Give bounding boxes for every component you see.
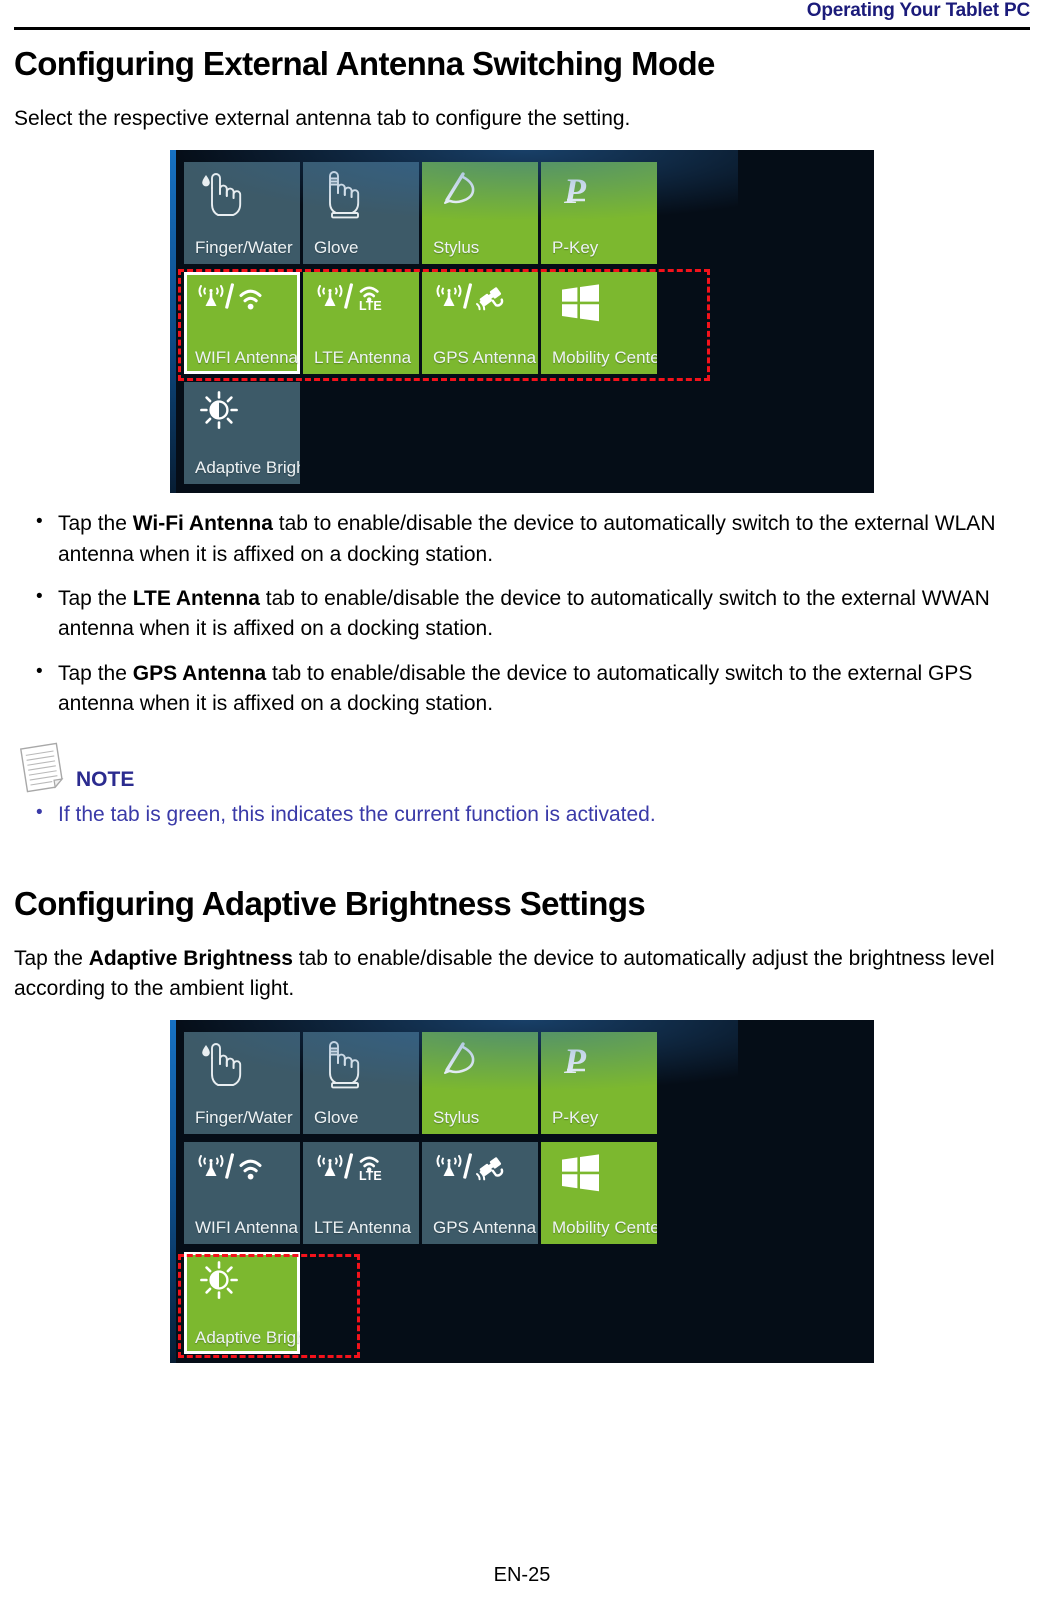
header-divider-rule: [14, 27, 1030, 30]
svg-text:LTE: LTE: [359, 1169, 382, 1183]
dashboard-tile-gps-antenna[interactable]: GPS Antenna: [422, 272, 538, 375]
note-block: NOTE If the tab is green, this indicates…: [14, 742, 1030, 830]
finger-water-icon: [195, 1040, 281, 1090]
tile-label: WIFI Antenna: [195, 348, 298, 368]
note-bullet-list: If the tab is green, this indicates the …: [14, 799, 1030, 830]
bullet-bold-term: Wi-Fi Antenna: [132, 512, 273, 536]
list-item: Tap the GPS Antenna tab to enable/disabl…: [14, 658, 1030, 720]
tile-label: Stylus: [433, 238, 480, 258]
tile-label: Mobility Center: [552, 1218, 657, 1238]
dashboard-tile-finger-water[interactable]: Finger/Water: [184, 162, 300, 265]
brightness-intro-text: Tap the Adaptive Brightness tab to enabl…: [14, 944, 1030, 1004]
wifi-antenna-icon: [195, 1150, 281, 1200]
tile-label: Mobility Center: [552, 348, 657, 368]
dashboard-tile-p-key[interactable]: P P-Key: [541, 162, 657, 265]
tile-label: Finger/Water: [195, 1108, 293, 1128]
dashboard-tile-wifi-antenna[interactable]: WIFI Antenna: [184, 1142, 300, 1245]
tile-label: Adaptive Brightness: [195, 458, 300, 478]
lte-antenna-icon: LTE: [314, 280, 400, 330]
dashboard-tile-stylus[interactable]: Stylus: [422, 162, 538, 265]
dashboard-tile-mobility-center[interactable]: Mobility Center: [541, 1142, 657, 1245]
page-content: Configuring External Antenna Switching M…: [14, 40, 1030, 1364]
dashboard-tile-finger-water[interactable]: Finger/Water: [184, 1032, 300, 1135]
dashboard-tile-adaptive-brightness[interactable]: Adaptive Brightness: [184, 382, 300, 485]
p-key-icon: P: [552, 1040, 638, 1090]
dashboard-tile-glove[interactable]: Glove: [303, 1032, 419, 1135]
glove-icon: [314, 1040, 400, 1090]
note-label: NOTE: [76, 767, 135, 791]
tile-label: Glove: [314, 238, 359, 258]
dashboard-tile-wifi-antenna[interactable]: WIFI Antenna: [184, 272, 300, 375]
tile-label: Adaptive Brightness: [195, 1328, 300, 1348]
brightness-intro-bold: Adaptive Brightness: [88, 947, 293, 971]
bullet-bold-term: GPS Antenna: [132, 661, 267, 685]
dashboard-tile-adaptive-brightness[interactable]: Adaptive Brightness: [184, 1252, 300, 1355]
dashboard-tile-lte-antenna[interactable]: LTE LTE Antenna: [303, 1142, 419, 1245]
bullet-bold-term: LTE Antenna: [132, 586, 260, 610]
svg-text:P: P: [563, 1041, 587, 1081]
page-header: Operating Your Tablet PC: [14, 0, 1030, 34]
tile-label: P-Key: [552, 238, 599, 258]
lte-antenna-icon: LTE: [314, 1150, 400, 1200]
list-item: Tap the Wi-Fi Antenna tab to enable/disa…: [14, 508, 1030, 570]
brightness-icon: [195, 390, 281, 440]
brightness-dashboard-figure: Finger/Water Glove Stylus P P-Key WIFI A…: [170, 1020, 874, 1364]
list-item: Tap the LTE Antenna tab to enable/disabl…: [14, 583, 1030, 645]
windows-logo-icon: [552, 280, 638, 330]
list-item: If the tab is green, this indicates the …: [14, 799, 1030, 830]
brightness-icon: [195, 1260, 281, 1310]
gps-antenna-icon: [433, 280, 519, 330]
tile-label: LTE Antenna: [314, 1218, 412, 1238]
page-footer: EN-25: [0, 1564, 1044, 1587]
brightness-intro-lead: Tap the: [14, 947, 89, 971]
windows-logo-icon: [552, 1150, 638, 1200]
dashboard-tile-stylus[interactable]: Stylus: [422, 1032, 538, 1135]
gps-antenna-icon: [433, 1150, 519, 1200]
tablet-dashboard-screenshot-antenna: Finger/Water Glove Stylus P P-Key WIFI A…: [170, 150, 874, 494]
stylus-icon: [433, 1040, 519, 1090]
stylus-icon: [433, 170, 519, 220]
svg-text:P: P: [563, 171, 587, 211]
svg-text:LTE: LTE: [359, 299, 382, 313]
page-title-antenna: Configuring External Antenna Switching M…: [14, 45, 715, 82]
running-header-title: Operating Your Tablet PC: [806, 0, 1030, 21]
p-key-icon: P: [552, 170, 638, 220]
antenna-dashboard-figure: Finger/Water Glove Stylus P P-Key WIFI A…: [170, 150, 874, 494]
dashboard-tile-mobility-center[interactable]: Mobility Center: [541, 272, 657, 375]
dashboard-tile-p-key[interactable]: P P-Key: [541, 1032, 657, 1135]
tile-label: Stylus: [433, 1108, 480, 1128]
bullet-lead-text: Tap the: [58, 586, 133, 610]
page-number: EN-25: [493, 1564, 551, 1586]
tile-label: GPS Antenna: [433, 1218, 537, 1238]
page-title-brightness: Configuring Adaptive Brightness Settings: [14, 885, 646, 923]
antenna-bullet-list: Tap the Wi-Fi Antenna tab to enable/disa…: [14, 508, 1030, 720]
dashboard-tile-glove[interactable]: Glove: [303, 162, 419, 265]
dashboard-tile-lte-antenna[interactable]: LTE LTE Antenna: [303, 272, 419, 375]
tile-label: P-Key: [552, 1108, 599, 1128]
antenna-intro-text: Select the respective external antenna t…: [14, 107, 631, 131]
tablet-dashboard-screenshot-brightness: Finger/Water Glove Stylus P P-Key WIFI A…: [170, 1020, 874, 1364]
tile-label: LTE Antenna: [314, 348, 412, 368]
bullet-lead-text: Tap the: [58, 661, 133, 685]
finger-water-icon: [195, 170, 281, 220]
tile-label: GPS Antenna: [433, 348, 537, 368]
tile-label: WIFI Antenna: [195, 1218, 298, 1238]
glove-icon: [314, 170, 400, 220]
note-paper-icon: [14, 742, 70, 794]
tile-label: Finger/Water: [195, 238, 293, 258]
note-header: NOTE: [14, 742, 1030, 794]
wifi-antenna-icon: [195, 280, 281, 330]
dashboard-tile-gps-antenna[interactable]: GPS Antenna: [422, 1142, 538, 1245]
tile-label: Glove: [314, 1108, 359, 1128]
bullet-lead-text: Tap the: [58, 512, 133, 536]
